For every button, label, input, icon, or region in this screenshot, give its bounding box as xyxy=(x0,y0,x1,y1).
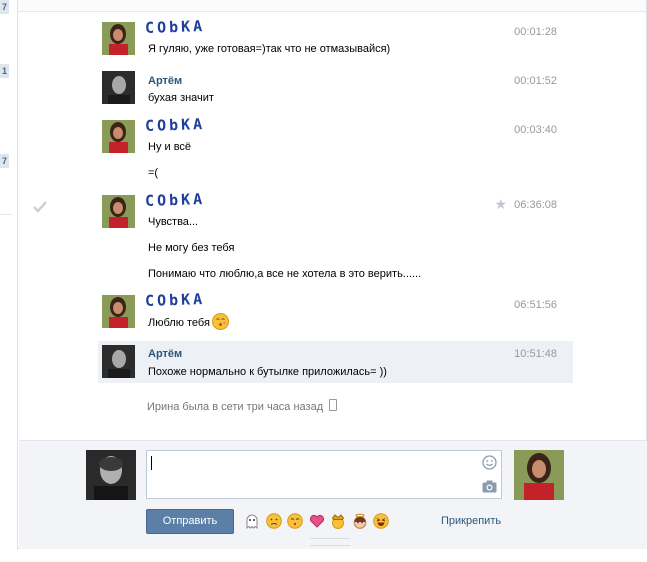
text-caret xyxy=(151,456,152,470)
message-author[interactable]: CObKA xyxy=(145,190,206,210)
top-strip xyxy=(18,0,646,12)
avatar[interactable] xyxy=(102,195,135,228)
heart-emoji-icon[interactable] xyxy=(309,513,325,529)
message-author[interactable]: Артём xyxy=(148,75,182,87)
message-item[interactable]: CObKA 00:03:40 Ну и всё =( xyxy=(98,115,573,180)
avatar[interactable] xyxy=(102,295,135,328)
read-check-icon xyxy=(32,200,48,217)
message-item[interactable]: CObKA ★ 06:36:08 Чувства... Не могу без … xyxy=(98,190,573,283)
mobile-phone-icon xyxy=(329,399,338,411)
quick-emoji-bar xyxy=(244,513,392,531)
counter-badge[interactable]: 7 xyxy=(0,0,9,14)
kiss-emoji-icon[interactable] xyxy=(287,513,303,529)
message-author[interactable]: CObKA xyxy=(145,290,206,310)
avatar[interactable] xyxy=(102,345,135,378)
avatar[interactable] xyxy=(102,120,135,153)
message-input[interactable] xyxy=(146,450,502,499)
angel-emoji-icon[interactable] xyxy=(352,513,368,529)
message-time[interactable]: 00:01:28 xyxy=(514,26,557,38)
message-time[interactable]: 00:01:52 xyxy=(514,75,557,87)
laugh-emoji-icon[interactable] xyxy=(373,513,390,529)
sad-emoji-icon[interactable] xyxy=(265,513,282,529)
crown-emoji-icon[interactable] xyxy=(330,513,346,529)
message-text: Ну и всё xyxy=(148,141,192,153)
message-text: Понимаю что люблю,а все не хотела в это … xyxy=(148,268,422,280)
message-composer: Отправить Прикрепить xyxy=(19,440,647,549)
left-gutter: 7 1 7 xyxy=(0,0,12,562)
send-button[interactable]: Отправить xyxy=(146,509,234,534)
message-text: Похоже нормально к бутылке приложилась= … xyxy=(148,366,387,378)
last-seen-status: Ирина была в сети три часа назад xyxy=(147,399,338,413)
camera-icon[interactable] xyxy=(482,480,497,496)
counter-badge[interactable]: 1 xyxy=(0,64,9,78)
message-text: Не могу без тебя xyxy=(148,242,235,254)
counter-badge[interactable]: 7 xyxy=(0,154,9,168)
ghost-emoji-icon[interactable] xyxy=(244,513,260,529)
avatar[interactable] xyxy=(102,71,135,104)
message-item[interactable]: Артём 10:51:48 Похоже нормально к бутылк… xyxy=(98,341,573,383)
message-text: Я гуляю, уже готовая=)так что не отмазыв… xyxy=(148,43,391,55)
resize-handle[interactable] xyxy=(310,538,350,546)
avatar[interactable] xyxy=(102,22,135,55)
message-text: =( xyxy=(148,167,159,179)
last-seen-text: Ирина была в сети три часа назад xyxy=(147,401,324,413)
message-time[interactable]: 06:51:56 xyxy=(514,299,557,311)
message-item[interactable]: Артём 00:01:52 бухая значит xyxy=(98,71,573,107)
my-avatar[interactable] xyxy=(86,450,136,500)
message-author[interactable]: Артём xyxy=(148,348,182,360)
kiss-emoji-icon xyxy=(212,313,229,333)
message-item[interactable]: CObKA 06:51:56 Люблю тебя xyxy=(98,290,573,335)
star-icon[interactable]: ★ xyxy=(494,196,507,213)
message-time[interactable]: 06:36:08 xyxy=(514,199,557,211)
dialog-panel: CObKA 00:01:28 Я гуляю, уже готовая=)так… xyxy=(17,0,647,549)
message-item[interactable]: CObKA 00:01:28 Я гуляю, уже готовая=)так… xyxy=(98,17,573,62)
message-text: Чувства... xyxy=(148,216,199,228)
message-time[interactable]: 00:03:40 xyxy=(514,124,557,136)
message-author[interactable]: CObKA xyxy=(145,115,206,135)
message-author[interactable]: CObKA xyxy=(145,17,206,37)
message-text: Люблю тебя xyxy=(148,317,210,329)
message-text: бухая значит xyxy=(148,92,214,104)
message-time[interactable]: 10:51:48 xyxy=(514,348,557,360)
smile-icon[interactable] xyxy=(482,455,497,473)
gutter-divider xyxy=(0,214,12,215)
attach-link[interactable]: Прикрепить xyxy=(441,515,501,527)
peer-avatar[interactable] xyxy=(514,450,564,500)
